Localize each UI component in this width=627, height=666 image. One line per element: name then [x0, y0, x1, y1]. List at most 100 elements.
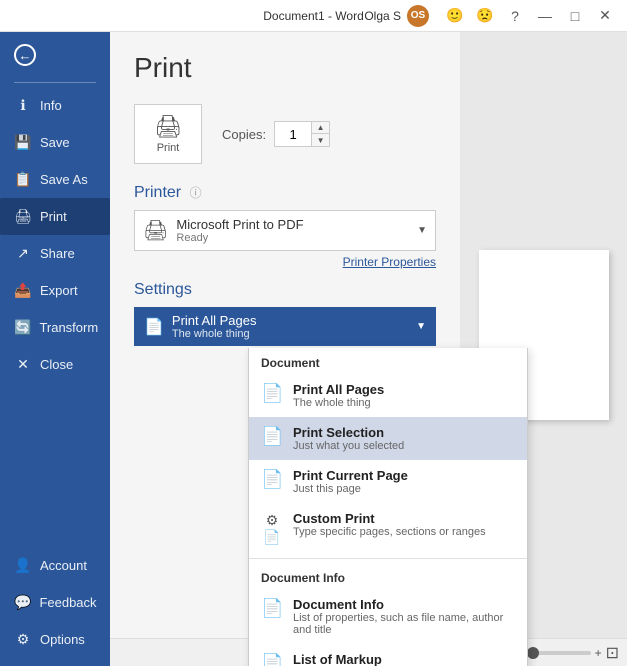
- zoom-thumb[interactable]: [527, 647, 539, 659]
- options-icon: ⚙: [14, 631, 32, 648]
- copies-up-button[interactable]: ▲: [311, 122, 329, 134]
- settings-section-header: Settings: [134, 281, 436, 299]
- settings-dropdown-text: Print All Pages The whole thing: [172, 313, 408, 340]
- printer-selector[interactable]: 🖨 Microsoft Print to PDF Ready ▼: [134, 210, 436, 251]
- print-button[interactable]: 🖨 Print: [134, 104, 202, 164]
- sidebar-item-save[interactable]: 💾 Save: [0, 124, 110, 161]
- doc-info-title: Document Info: [293, 597, 515, 612]
- title-text: Document1 - Word: [263, 9, 363, 23]
- sidebar-item-label: Options: [40, 632, 85, 647]
- emoji-happy-icon[interactable]: 🙂: [441, 2, 469, 30]
- account-icon: 👤: [14, 557, 32, 574]
- export-icon: 📤: [14, 282, 32, 299]
- printer-dropdown-arrow: ▼: [417, 225, 427, 236]
- avatar[interactable]: OS: [407, 5, 429, 27]
- sidebar-item-label: Info: [40, 98, 62, 113]
- close-button[interactable]: ✕: [591, 2, 619, 30]
- sidebar-item-label: Save: [40, 135, 70, 150]
- close-x-icon: ✕: [14, 356, 32, 373]
- sidebar-bottom: 👤 Account 💬 Feedback ⚙ Options: [0, 547, 110, 666]
- sidebar-item-export[interactable]: 📤 Export: [0, 272, 110, 309]
- spinner-buttons: ▲ ▼: [311, 122, 329, 146]
- print-selection-title: Print Selection: [293, 425, 515, 440]
- dropdown-divider-1: [249, 558, 527, 559]
- custom-print-icon: ⚙📄: [261, 512, 283, 546]
- save-as-icon: 📋: [14, 171, 32, 188]
- copies-spinner[interactable]: ▲ ▼: [274, 121, 330, 147]
- sidebar-item-label: Transform: [39, 320, 98, 335]
- sidebar-spacer: [0, 383, 110, 547]
- sidebar-item-label: Feedback: [39, 595, 96, 610]
- print-current-sub: Just this page: [293, 483, 515, 495]
- feedback-icon: 💬: [14, 594, 31, 611]
- dropdown-item-print-current[interactable]: 📄 Print Current Page Just this page: [249, 460, 527, 503]
- pages-dropdown-panel: Document 📄 Print All Pages The whole thi…: [248, 348, 528, 638]
- print-current-title: Print Current Page: [293, 468, 515, 483]
- print-icon: 🖨: [14, 208, 32, 225]
- app-body: ← ℹ Info 💾 Save 📋 Save As 🖨 Print ↗ Shar…: [0, 32, 627, 666]
- printer-name: Microsoft Print to PDF: [176, 217, 409, 232]
- sidebar-item-print[interactable]: 🖨 Print: [0, 198, 110, 235]
- print-selection-text: Print Selection Just what you selected: [293, 425, 515, 452]
- sidebar-item-label: Export: [40, 283, 78, 298]
- sidebar-divider: [14, 82, 96, 83]
- info-icon: ℹ: [14, 97, 32, 114]
- dropdown-item-custom-print[interactable]: ⚙📄 Custom Print Type specific pages, sec…: [249, 503, 527, 554]
- printer-properties-link[interactable]: Printer Properties: [134, 255, 436, 269]
- print-area: Print 🖨 Print Copies: ▲ ▼: [110, 32, 627, 638]
- sidebar-item-close[interactable]: ✕ Close: [0, 346, 110, 383]
- dropdown-item-print-all[interactable]: 📄 Print All Pages The whole thing: [249, 374, 527, 417]
- sidebar-item-save-as[interactable]: 📋 Save As: [0, 161, 110, 198]
- copies-control: Copies: ▲ ▼: [222, 121, 330, 147]
- doc-info-sub: List of properties, such as file name, a…: [293, 612, 515, 636]
- copies-input[interactable]: [275, 124, 311, 145]
- doc-info-section-label: Document Info: [249, 563, 527, 589]
- dropdown-scroll-area[interactable]: Document 📄 Print All Pages The whole thi…: [249, 348, 527, 638]
- sidebar-item-label: Save As: [40, 172, 88, 187]
- dropdown-item-print-selection[interactable]: 📄 Print Selection Just what you selected: [249, 417, 527, 460]
- transform-icon: 🔄: [14, 319, 31, 336]
- sidebar-item-label: Account: [40, 558, 87, 573]
- sidebar-item-share[interactable]: ↗ Share: [0, 235, 110, 272]
- printer-info: Microsoft Print to PDF Ready: [176, 217, 409, 244]
- pages-dropdown-icon: 📄: [144, 317, 164, 337]
- sidebar-item-transform[interactable]: 🔄 Transform: [0, 309, 110, 346]
- custom-print-sub: Type specific pages, sections or ranges: [293, 526, 515, 538]
- printer-status: Ready: [176, 232, 409, 244]
- print-current-text: Print Current Page Just this page: [293, 468, 515, 495]
- print-selection-icon: 📄: [261, 426, 283, 447]
- help-icon[interactable]: ?: [501, 2, 529, 30]
- print-selection-sub: Just what you selected: [293, 440, 515, 452]
- document-section-label: Document: [249, 348, 527, 374]
- share-icon: ↗: [14, 245, 32, 262]
- dropdown-item-doc-info[interactable]: 📄 Document Info List of properties, such…: [249, 589, 527, 638]
- main-content: Print 🖨 Print Copies: ▲ ▼: [110, 32, 627, 666]
- sidebar-item-label: Print: [40, 209, 67, 224]
- emoji-sad-icon[interactable]: 😟: [471, 2, 499, 30]
- zoom-in-icon[interactable]: +: [595, 646, 602, 660]
- copies-down-button[interactable]: ▼: [311, 134, 329, 146]
- doc-info-icon: 📄: [261, 598, 283, 619]
- printer-section-header: Printer ⓘ: [134, 184, 436, 202]
- print-all-title: Print All Pages: [293, 382, 515, 397]
- sidebar-item-options[interactable]: ⚙ Options: [0, 621, 110, 658]
- custom-print-text: Custom Print Type specific pages, sectio…: [293, 511, 515, 538]
- minimize-button[interactable]: —: [531, 2, 559, 30]
- doc-info-text: Document Info List of properties, such a…: [293, 597, 515, 636]
- sidebar-item-info[interactable]: ℹ Info: [0, 87, 110, 124]
- back-button[interactable]: ←: [0, 32, 110, 78]
- print-pages-dropdown[interactable]: 📄 Print All Pages The whole thing ▼: [134, 307, 436, 346]
- fit-page-icon[interactable]: ⊡: [606, 643, 619, 663]
- maximize-button[interactable]: □: [561, 2, 589, 30]
- page-title: Print: [134, 52, 436, 84]
- sidebar-item-account[interactable]: 👤 Account: [0, 547, 110, 584]
- pages-dropdown-caret: ▼: [416, 321, 426, 332]
- copies-label: Copies:: [222, 127, 266, 142]
- titlebar: Document1 - Word Olga S OS 🙂 😟 ? — □ ✕: [0, 0, 627, 32]
- sidebar-item-label: Share: [40, 246, 75, 261]
- sidebar-item-feedback[interactable]: 💬 Feedback: [0, 584, 110, 621]
- printer-button-icon: 🖨: [154, 114, 182, 140]
- save-icon: 💾: [14, 134, 32, 151]
- print-all-text: Print All Pages The whole thing: [293, 382, 515, 409]
- user-info: Olga S OS: [364, 5, 429, 27]
